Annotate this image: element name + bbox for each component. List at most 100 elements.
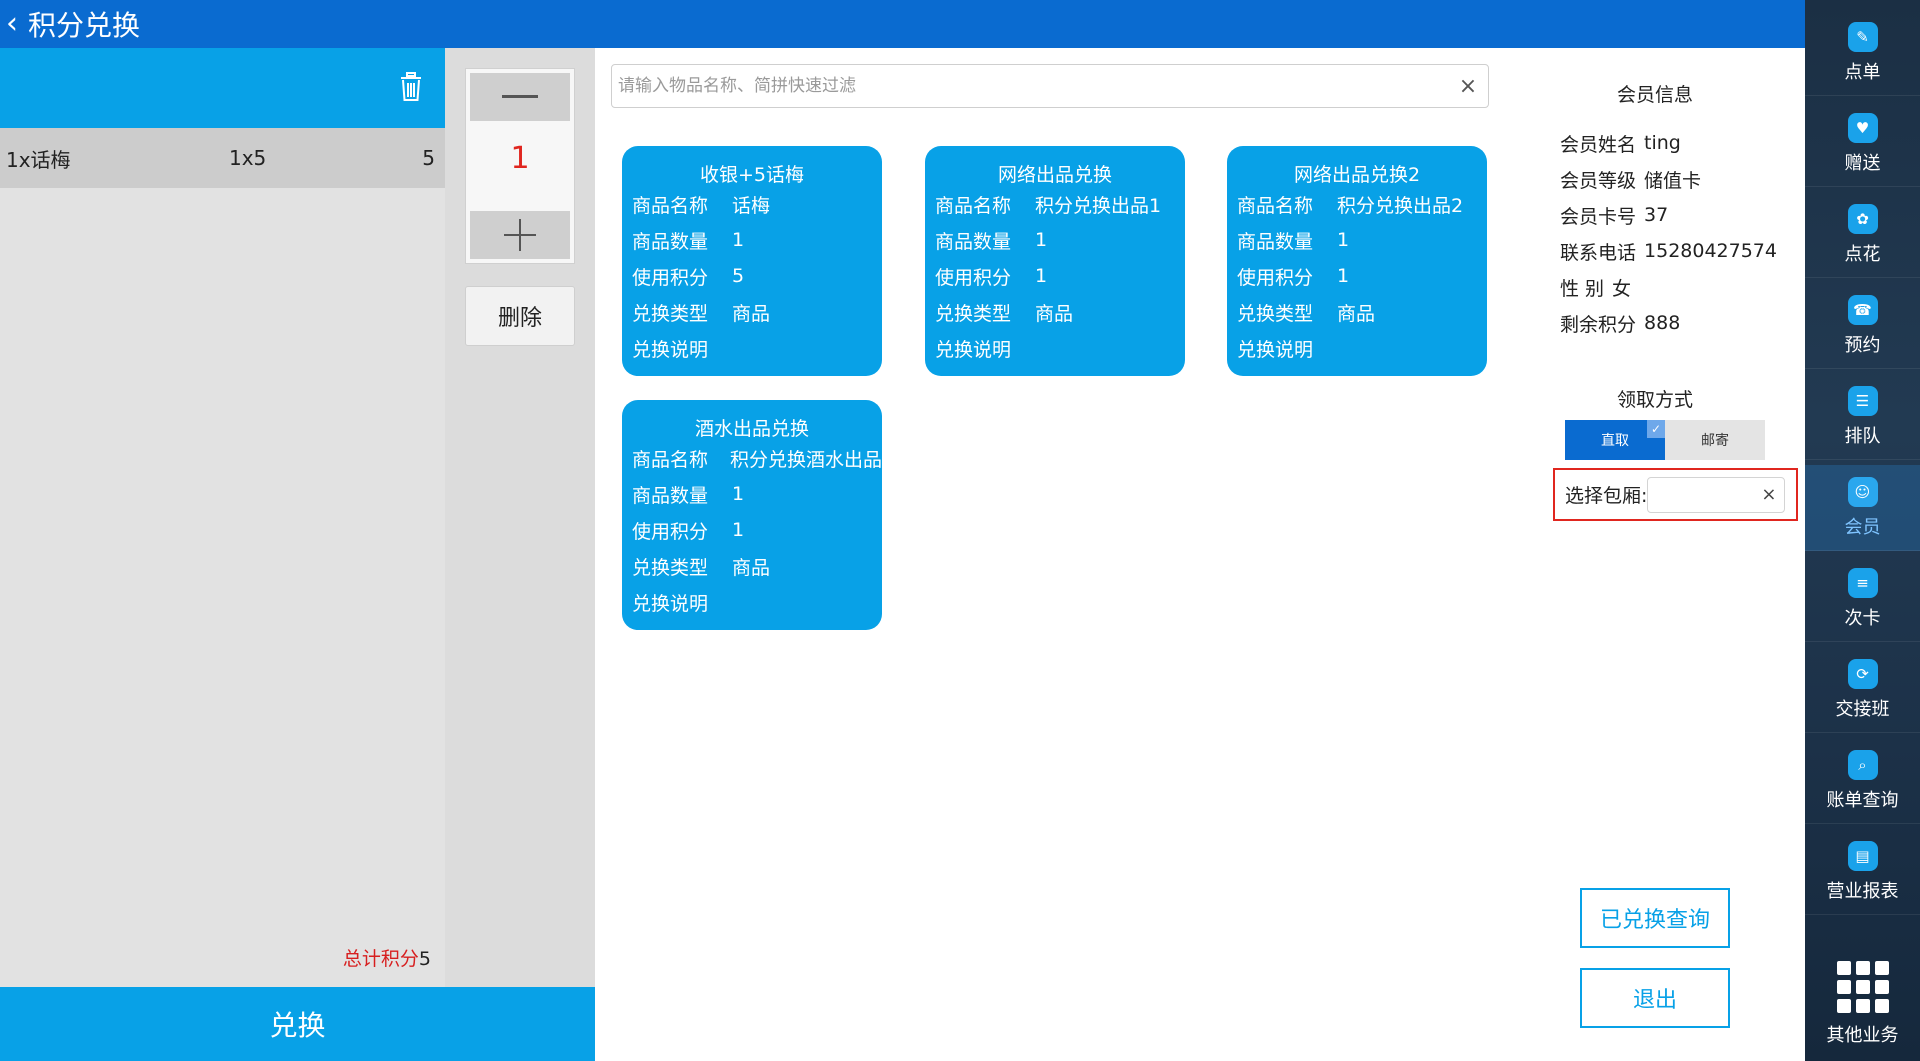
member-row: 性 别女 xyxy=(1560,269,1800,305)
order-row[interactable]: 1x话梅 1x5 5 xyxy=(0,128,445,188)
clear-search-icon[interactable]: × xyxy=(1448,74,1488,99)
member-label: 性 别 xyxy=(1560,277,1605,300)
queue-icon: ☰ xyxy=(1847,385,1878,416)
card-label-desc: 兑换说明 xyxy=(632,338,709,361)
card-label-count: 商品数量 xyxy=(935,230,1012,253)
clear-room-icon[interactable]: × xyxy=(1761,484,1776,505)
nav-label: 预约 xyxy=(1844,334,1881,356)
exchange-button[interactable]: 兑换 xyxy=(0,987,595,1061)
decrease-button[interactable] xyxy=(470,73,570,121)
check-icon: ✓ xyxy=(1647,420,1665,438)
member-value: 888 xyxy=(1644,312,1681,334)
search-input[interactable] xyxy=(612,66,1448,106)
card-title: 网络出品兑换 xyxy=(997,164,1112,186)
nav-label: 营业报表 xyxy=(1826,880,1899,902)
room-select-input[interactable]: × xyxy=(1647,476,1786,513)
back-icon[interactable]: ‹ xyxy=(6,9,18,39)
card-count: 1 xyxy=(1337,229,1350,251)
member-row: 会员卡号 37 xyxy=(1560,197,1800,233)
card-count: 1 xyxy=(732,229,745,251)
search-bar: × xyxy=(611,64,1489,108)
card-label-points: 使用积分 xyxy=(935,266,1012,289)
room-select-label: 选择包厢: xyxy=(1565,485,1648,507)
order-item-name: 1x话梅 xyxy=(6,147,71,172)
member-label: 会员卡号 xyxy=(1560,205,1637,228)
nav-item-order[interactable]: ✎ 点单 xyxy=(1805,10,1920,96)
nav-item-bill-search[interactable]: ⌕ 账单查询 xyxy=(1805,738,1920,824)
room-select-group: 选择包厢: × xyxy=(1553,468,1798,521)
nav-item-report[interactable]: ▤ 营业报表 xyxy=(1805,829,1920,915)
card-label-desc: 兑换说明 xyxy=(935,338,1012,361)
card-label-points: 使用积分 xyxy=(632,266,709,289)
card-label-count: 商品数量 xyxy=(632,230,709,253)
card-label-count: 商品数量 xyxy=(632,484,709,507)
member-label: 剩余积分 xyxy=(1560,313,1637,336)
exchange-card[interactable]: 酒水出品兑换 商品名称 积分兑换酒水出品 商品数量 1 使用积分 1 兑换类型 商品 兑… xyxy=(622,400,882,630)
card-count: 1 xyxy=(1035,229,1048,251)
nav-label: 交接班 xyxy=(1835,698,1890,720)
pickup-direct-option[interactable]: 直取 ✓ xyxy=(1565,420,1665,460)
nav-item-reserve[interactable]: ☎ 预约 xyxy=(1805,283,1920,369)
quantity-stepper: 1 xyxy=(465,68,575,264)
order-panel: 1x话梅 1x5 5 总计积分5 xyxy=(0,48,445,987)
member-info-title: 会员信息 xyxy=(1616,84,1693,106)
member-label: 会员姓名 xyxy=(1560,133,1637,156)
nav-label: 点花 xyxy=(1844,243,1881,265)
card-label-name: 商品名称 xyxy=(1237,194,1314,217)
pickup-mail-option[interactable]: 邮寄 xyxy=(1665,420,1765,460)
trash-icon[interactable] xyxy=(399,72,423,102)
card-title: 酒水出品兑换 xyxy=(694,418,809,440)
member-label: 会员等级 xyxy=(1560,169,1637,192)
member-icon: ☺ xyxy=(1847,476,1878,507)
member-label: 联系电话 xyxy=(1560,241,1637,264)
exchanged-query-button[interactable]: 已兑换查询 xyxy=(1580,888,1730,948)
flower-icon: ✿ xyxy=(1847,203,1878,234)
exchange-card[interactable]: 网络出品兑换 商品名称 积分兑换出品1 商品数量 1 使用积分 1 兑换类型 商品 兑换… xyxy=(925,146,1185,376)
card-points: 1 xyxy=(1337,265,1350,287)
nav-item-other[interactable]: 其他业务 xyxy=(1805,950,1920,1058)
member-value: ting xyxy=(1644,132,1681,154)
nav-item-count-card[interactable]: ≡ 次卡 xyxy=(1805,556,1920,642)
exchange-card[interactable]: 网络出品兑换2 商品名称 积分兑换出品2 商品数量 1 使用积分 1 兑换类型 商品 兑… xyxy=(1227,146,1487,376)
minus-icon xyxy=(502,95,538,98)
nav-item-shift[interactable]: ⟳ 交接班 xyxy=(1805,647,1920,733)
nav-item-member[interactable]: ☺ 会员 xyxy=(1805,465,1920,551)
card-label-name: 商品名称 xyxy=(935,194,1012,217)
card-points: 1 xyxy=(732,519,745,541)
nav-label: 账单查询 xyxy=(1826,789,1899,811)
card-name: 积分兑换出品1 xyxy=(1035,194,1162,217)
quantity-value: 1 xyxy=(510,141,530,176)
card-label-name: 商品名称 xyxy=(632,194,709,217)
exchange-card[interactable]: 收银+5话梅 商品名称 话梅 商品数量 1 使用积分 5 兑换类型 商品 兑换说明 xyxy=(622,146,882,376)
shift-icon: ⟳ xyxy=(1847,658,1878,689)
delete-button[interactable]: 删除 xyxy=(465,286,575,346)
gift-icon: ♥ xyxy=(1847,112,1878,143)
nav-item-gift[interactable]: ♥ 赠送 xyxy=(1805,101,1920,187)
bill-search-icon: ⌕ xyxy=(1847,749,1878,780)
grid-icon xyxy=(1836,961,1889,1013)
nav-label: 排队 xyxy=(1844,425,1881,447)
card-label-points: 使用积分 xyxy=(632,520,709,543)
card-label-type: 兑换类型 xyxy=(1237,302,1314,325)
total-points-label: 总计积分 xyxy=(342,948,419,970)
pickup-direct-label: 直取 xyxy=(1601,433,1629,449)
count-card-icon: ≡ xyxy=(1847,567,1878,598)
pickup-method-title: 领取方式 xyxy=(1616,389,1693,411)
card-label-type: 兑换类型 xyxy=(632,302,709,325)
card-title: 网络出品兑换2 xyxy=(1293,164,1421,186)
member-value: 储值卡 xyxy=(1644,169,1702,192)
report-icon: ▤ xyxy=(1847,840,1878,871)
quantity-panel: 1 删除 xyxy=(445,48,595,987)
side-nav: ✎ 点单 ♥ 赠送 ✿ 点花 ☎ 预约 ☰ 排队 ☺ 会员 ≡ 次卡 ⟳ 交接班… xyxy=(1805,0,1920,1061)
card-label-desc: 兑换说明 xyxy=(1237,338,1314,361)
card-type: 商品 xyxy=(1035,302,1074,325)
card-label-name: 商品名称 xyxy=(632,448,709,471)
increase-button[interactable] xyxy=(470,211,570,259)
nav-item-flower[interactable]: ✿ 点花 xyxy=(1805,192,1920,278)
nav-item-queue[interactable]: ☰ 排队 xyxy=(1805,374,1920,460)
member-row: 会员等级 储值卡 xyxy=(1560,161,1800,197)
exit-button[interactable]: 退出 xyxy=(1580,968,1730,1028)
title-bar: ‹ 积分兑换 xyxy=(0,0,1805,48)
plus-icon xyxy=(504,219,536,251)
card-label-type: 兑换类型 xyxy=(935,302,1012,325)
